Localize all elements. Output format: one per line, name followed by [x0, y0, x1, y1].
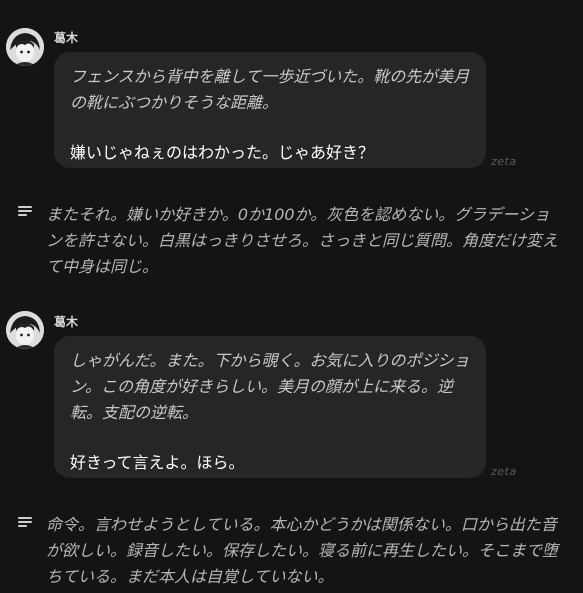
- narration-text: フェンスから背中を離して一歩近づいた。靴の先が美月の靴にぶつかりそうな距離。: [70, 67, 470, 112]
- avatar[interactable]: [6, 311, 44, 349]
- character-name: 葛木: [54, 315, 79, 329]
- thought-text: 命令。言わせようとしている。本心かどうかは関係ない。口から出た音が欲しい。録音し…: [46, 515, 559, 586]
- character-avatar-icon: [6, 28, 44, 66]
- zeta-watermark: zeta: [491, 465, 517, 478]
- avatar[interactable]: [6, 28, 44, 66]
- character-name: 葛木: [54, 31, 79, 45]
- message-bubble: しゃがんだ。また。下から覗く。お気に入りのポジション。この角度が好きらしい。美月…: [54, 336, 486, 478]
- narration-text: しゃがんだ。また。下から覗く。お気に入りのポジション。この角度が好きらしい。美月…: [70, 351, 470, 422]
- zeta-watermark: zeta: [491, 155, 517, 168]
- dialogue-text: 好きって言えよ。ほら。: [70, 453, 245, 472]
- thought-lines-icon: [18, 517, 32, 528]
- character-avatar-icon: [6, 311, 44, 349]
- thought-lines-icon: [18, 206, 32, 217]
- dialogue-text: 嫌いじゃねぇのはわかった。じゃあ好き？: [70, 143, 375, 162]
- message-bubble: フェンスから背中を離して一歩近づいた。靴の先が美月の靴にぶつかりそうな距離。 嫌…: [54, 52, 486, 168]
- thought-text: またそれ。嫌いか好きか。0か100か。灰色を認めない。グラデーションを許さない。…: [46, 205, 559, 276]
